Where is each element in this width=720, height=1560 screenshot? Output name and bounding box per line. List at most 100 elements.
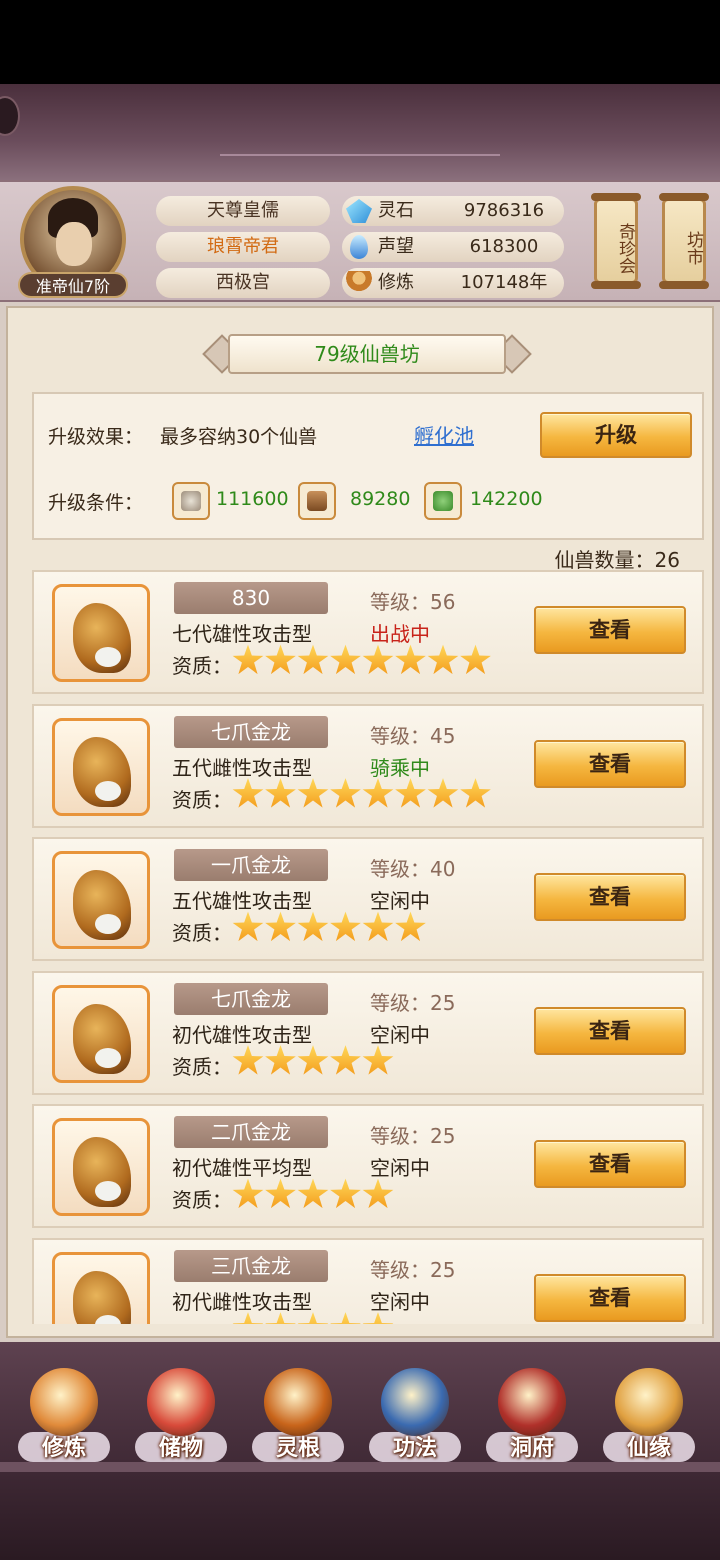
beast-workshop-panel: 79级仙兽坊 升级效果： 最多容纳30个仙兽 孵化池 升级 升级条件： 1116… <box>6 306 714 1338</box>
level-value: 25 <box>430 990 456 1015</box>
beast-count-value: 26 <box>654 548 680 572</box>
quality-label: 资质： <box>172 1188 232 1212</box>
upgrade-condition-label: 升级条件： <box>48 492 144 514</box>
resource-reputation: 声望 618300 <box>342 232 564 262</box>
dragon-portrait-icon[interactable] <box>52 1118 150 1216</box>
star-icon <box>232 1045 264 1075</box>
beast-description: 七代雄性攻击型 <box>172 622 312 646</box>
view-button[interactable]: 查看 <box>534 1006 686 1055</box>
beast-card: 三爪金龙初代雌性攻击型资质：等级：25空闲中查看 <box>32 1237 704 1325</box>
nav-item[interactable]: 洞府 <box>476 1352 588 1472</box>
title-pill-2: 琅霄帝君 <box>156 232 330 262</box>
immortal-fate-icon <box>615 1368 683 1436</box>
star-icon <box>265 1045 296 1075</box>
resource-label: 灵石 <box>378 200 414 221</box>
level-value: 40 <box>430 857 456 881</box>
level-label: 等级： <box>370 857 430 881</box>
material-value: 89280 <box>350 488 411 510</box>
cave-mansion-icon <box>498 1368 566 1436</box>
level-label: 等级： <box>370 1124 430 1148</box>
nav-label: 储物 <box>158 1436 203 1461</box>
star-icon <box>297 1178 329 1209</box>
level-value: 25 <box>430 1257 456 1282</box>
beast-description: 五代雄性攻击型 <box>172 889 312 913</box>
star-icon <box>362 911 394 942</box>
treasure-fair-button[interactable]: 奇珍会 <box>591 193 641 289</box>
dragon-portrait-icon[interactable] <box>52 851 150 949</box>
dragon-portrait-icon[interactable] <box>52 584 150 682</box>
quality-stars <box>232 911 427 943</box>
star-icon <box>330 1178 361 1209</box>
hatch-pool-link[interactable]: 孵化池 <box>414 420 474 449</box>
beast-card: 七爪金龙 初代雄性攻击型 资质： 等级：25 空闲中 查看 <box>32 970 704 1095</box>
star-icon <box>330 911 361 942</box>
meditation-icon <box>30 1368 98 1436</box>
beast-card: 七爪金龙 五代雌性攻击型 资质： 等级：45 骑乘中 查看 <box>32 703 704 828</box>
beast-status: 出战中 <box>370 622 430 646</box>
star-icon <box>297 911 329 942</box>
quality-label: 资质： <box>172 1318 232 1325</box>
ore-icon <box>172 482 210 520</box>
beast-card: 830 七代雄性攻击型 资质： 等级：56 出战中 查看 <box>32 570 704 694</box>
resource-value: 107148年 <box>460 272 548 293</box>
nav-label: 洞府 <box>509 1436 554 1461</box>
resource-spirit-stone: 灵石 9786316 <box>342 196 564 226</box>
beast-level: 等级：45 <box>370 720 455 749</box>
beast-description: 初代雄性平均型 <box>172 1156 312 1180</box>
beast-status: 空闲中 <box>370 889 430 913</box>
top-banner <box>0 84 720 180</box>
banner-ornament <box>220 154 500 156</box>
herb-icon <box>424 482 462 520</box>
level-label: 等级： <box>370 590 430 614</box>
beast-level: 等级：56 <box>370 586 455 615</box>
nav-item[interactable]: 仙缘 <box>593 1352 705 1472</box>
beast-status: 空闲中 <box>370 1022 430 1047</box>
material-value: 142200 <box>470 488 543 510</box>
quality-stars <box>232 644 492 676</box>
view-button[interactable]: 查看 <box>534 1140 686 1188</box>
view-button[interactable]: 查看 <box>534 873 686 921</box>
quality-stars <box>232 1045 395 1077</box>
bottom-nav: 修炼 储物 灵根 功法 洞府 仙缘 <box>0 1342 720 1560</box>
beast-name: 三爪金龙 <box>174 1249 328 1282</box>
beast-name: 830 <box>174 582 328 614</box>
dragon-portrait-icon[interactable] <box>52 1251 150 1324</box>
wood-icon <box>298 482 336 520</box>
star-icon <box>330 778 361 808</box>
resource-cultivation: 修炼 107148年 <box>342 268 564 298</box>
star-icon <box>265 1178 296 1209</box>
level-value: 25 <box>430 1124 456 1148</box>
beast-level: 等级：40 <box>370 853 455 882</box>
star-icon <box>265 644 296 675</box>
nav-item[interactable]: 修炼 <box>8 1352 120 1472</box>
beast-status: 空闲中 <box>370 1156 430 1180</box>
star-icon <box>362 1178 394 1209</box>
spirit-root-icon <box>264 1368 332 1436</box>
spirit-stone-icon <box>346 199 372 223</box>
star-icon <box>362 1312 394 1324</box>
rank-badge: 准帝仙7阶 <box>18 272 128 298</box>
material-value: 111600 <box>216 488 289 510</box>
beast-name: 七爪金龙 <box>174 715 328 748</box>
nav-label: 功法 <box>392 1436 437 1461</box>
star-icon <box>297 1045 329 1075</box>
view-button[interactable]: 查看 <box>534 1273 686 1322</box>
nav-item[interactable]: 储物 <box>125 1352 237 1472</box>
upgrade-button[interactable]: 升级 <box>540 412 692 458</box>
market-button[interactable]: 坊市 <box>659 193 709 289</box>
dragon-portrait-icon[interactable] <box>52 717 150 816</box>
beast-count: 仙兽数量：26 <box>555 544 680 573</box>
beast-count-label: 仙兽数量： <box>554 548 655 572</box>
storage-bag-icon <box>147 1368 215 1436</box>
nav-item[interactable]: 灵根 <box>242 1352 354 1472</box>
view-button[interactable]: 查看 <box>534 606 686 654</box>
beast-level: 等级：25 <box>370 987 455 1016</box>
quality-stars <box>232 1312 395 1324</box>
star-icon <box>232 778 264 808</box>
beast-level: 等级：25 <box>370 1254 455 1283</box>
beast-list[interactable]: 830 七代雄性攻击型 资质： 等级：56 出战中 查看 七爪金龙 五代雌性攻击型 资质： 等级：… <box>32 570 704 1324</box>
dragon-portrait-icon[interactable] <box>52 984 150 1083</box>
view-button[interactable]: 查看 <box>534 739 686 788</box>
nav-item[interactable]: 功法 <box>359 1352 471 1472</box>
star-icon <box>265 911 296 942</box>
